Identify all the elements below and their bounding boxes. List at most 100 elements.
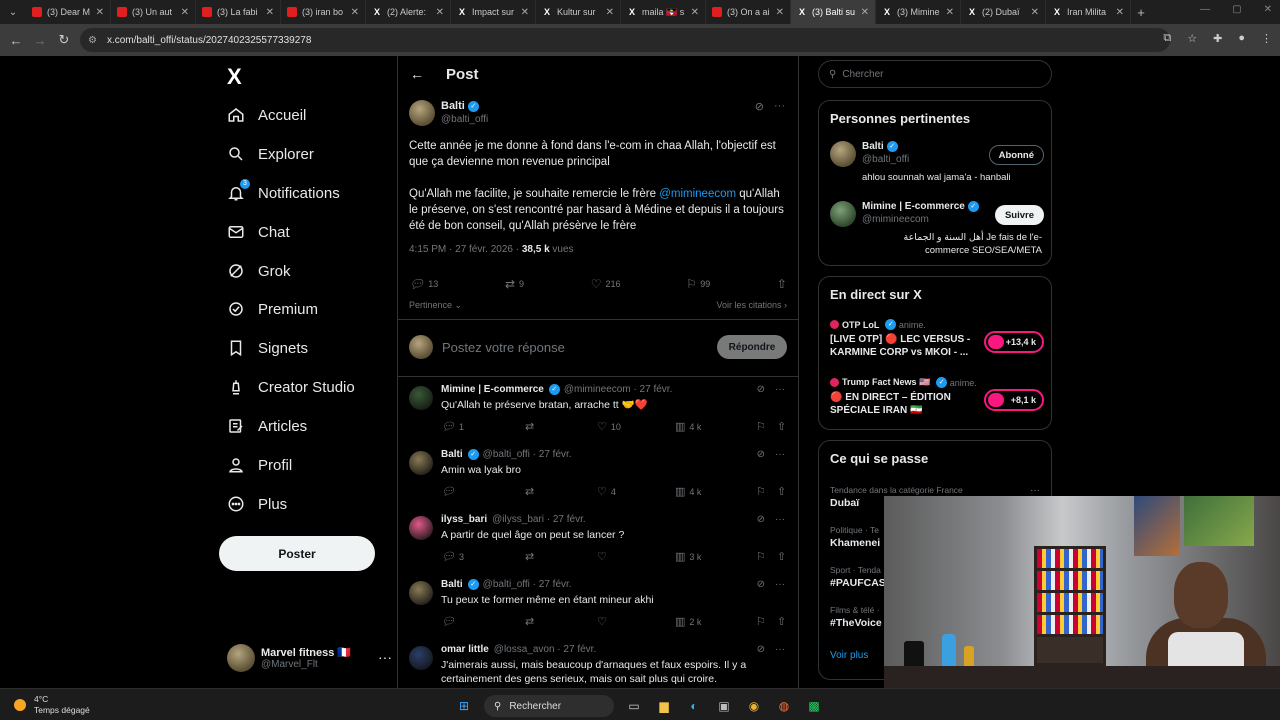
more-icon[interactable]: ··· [775, 449, 785, 460]
minimize-icon[interactable]: — [1200, 4, 1210, 15]
back-icon[interactable]: ← [4, 33, 28, 48]
repost-button[interactable]: ⇄ [525, 485, 597, 498]
close-tab-icon[interactable]: ✕ [606, 7, 614, 18]
share-button[interactable]: ⇧ [777, 277, 787, 291]
nav-item-explorer[interactable]: Explorer [227, 139, 314, 169]
app-icon[interactable]: ▩ [804, 696, 824, 716]
avatar[interactable] [409, 646, 433, 670]
bookmark-button[interactable]: ⚐ [757, 550, 777, 563]
avatar[interactable] [409, 516, 433, 540]
close-tab-icon[interactable]: ✕ [691, 7, 699, 18]
back-arrow-icon[interactable]: ← [410, 66, 424, 82]
views-button[interactable]: ▥ 2 k [675, 615, 757, 628]
reply-item[interactable]: omar little @lossa_avon · 27 févr. ⊘ ··· J… [409, 644, 787, 688]
grok-icon[interactable]: ⊘ [757, 449, 765, 460]
browser-tab[interactable]: X Kultur sur ✕ [536, 0, 621, 24]
repost-button[interactable]: ⇄ [525, 550, 597, 563]
extensions-icon[interactable]: ✚ [1213, 32, 1222, 45]
bookmark-button[interactable]: ⚐ 99 [687, 277, 710, 291]
nav-item-grok[interactable]: Grok [227, 256, 291, 286]
more-icon[interactable]: ··· [1030, 485, 1040, 496]
bookmark-button[interactable]: ⚐ [757, 615, 777, 628]
mention-link[interactable]: @mimineecom [659, 188, 736, 200]
browser-tab[interactable]: X (3) Mimine ✕ [876, 0, 961, 24]
grok-icon[interactable]: ⊘ [757, 514, 765, 525]
close-tab-icon[interactable]: ✕ [96, 7, 104, 18]
browser-tab[interactable]: (3) Dear M ✕ [26, 0, 111, 24]
views-button[interactable]: ▥ 4 k [675, 485, 757, 498]
views-button[interactable]: ▥ 4 k [675, 420, 757, 433]
close-tab-icon[interactable]: ✕ [436, 7, 444, 18]
live-item[interactable]: Trump Fact News 🇺🇸 ✓ anime. 🔴 EN DIRECT –… [830, 377, 1044, 417]
close-window-icon[interactable]: ✕ [1264, 4, 1272, 15]
browser-tab[interactable]: X (3) Balti su ✕ [791, 0, 876, 24]
file-explorer-icon[interactable]: ▆ [654, 696, 674, 716]
avatar[interactable] [409, 386, 433, 410]
share-button[interactable]: ⇧ [777, 485, 786, 498]
close-tab-icon[interactable]: ✕ [1116, 7, 1124, 18]
menu-icon[interactable]: ⋮ [1261, 32, 1272, 45]
follow-button[interactable]: Suivre [994, 205, 1044, 225]
weather-widget[interactable]: 4°C Temps dégagé [14, 694, 90, 716]
author-handle[interactable]: @balti_offi [441, 114, 488, 125]
avatar[interactable] [409, 100, 435, 126]
reply-button[interactable]: 💬︎ 3 [441, 550, 525, 563]
reply-button[interactable]: 💬︎ 13 [409, 277, 438, 291]
x-logo[interactable]: X [227, 64, 242, 90]
reply-item[interactable]: Balti ✓ @balti_offi · 27 févr. ⊘ ··· Tu peu… [409, 579, 787, 639]
browser-tab[interactable]: (3) iran bo ✕ [281, 0, 366, 24]
start-icon[interactable]: ⊞ [454, 696, 474, 716]
browser-tab[interactable]: X (2) Alerte: ✕ [366, 0, 451, 24]
close-tab-icon[interactable]: ✕ [1031, 7, 1039, 18]
live-item[interactable]: OTP LoL ✓ anime. [LIVE OTP] 🔴 LEC VERSUS … [830, 319, 1044, 359]
reply-item[interactable]: Mimine | E-commerce ✓ @mimineecom · 27 fév… [409, 384, 787, 444]
author-name[interactable]: Balti ✓ [441, 100, 479, 112]
more-icon[interactable]: ··· [774, 100, 785, 113]
browser-tab[interactable]: (3) On a ai ✕ [706, 0, 791, 24]
nav-item-profil[interactable]: Profil [227, 450, 292, 480]
nav-item-accueil[interactable]: Accueil [227, 100, 306, 130]
more-icon[interactable]: ··· [775, 514, 785, 525]
task-view-icon[interactable]: ▭ [624, 696, 644, 716]
reply-submit-button[interactable]: Répondre [717, 335, 787, 359]
like-button[interactable]: ♡ [597, 615, 675, 628]
like-button[interactable]: ♡ 216 [591, 277, 621, 291]
star-icon[interactable]: ☆ [1187, 32, 1197, 45]
nav-item-articles[interactable]: Articles [227, 411, 307, 441]
browser-tab[interactable]: X Iran Milita ✕ [1046, 0, 1131, 24]
more-icon[interactable]: ··· [775, 579, 785, 590]
views-button[interactable]: ▥ 3 k [675, 550, 757, 563]
reply-item[interactable]: ilyss_bari @ilyss_bari · 27 févr. ⊘ ··· A … [409, 514, 787, 574]
browser-tab[interactable]: (3) Un aut ✕ [111, 0, 196, 24]
post-button[interactable]: Poster [219, 536, 375, 571]
close-tab-icon[interactable]: ✕ [776, 7, 784, 18]
like-button[interactable]: ♡ [597, 550, 675, 563]
close-tab-icon[interactable]: ✕ [521, 7, 529, 18]
bookmark-button[interactable]: ⚐ [757, 485, 777, 498]
store-icon[interactable]: ▣ [714, 696, 734, 716]
reply-author[interactable]: ilyss_bari [441, 514, 487, 525]
reply-author[interactable]: Mimine | E-commerce [441, 384, 544, 395]
address-bar[interactable]: ⚙ x.com/balti_offi/status/20274023255773… [80, 28, 1170, 52]
avatar[interactable] [409, 451, 433, 475]
edge-icon[interactable]: ◐ [684, 696, 704, 716]
grok-icon[interactable]: ⊘ [757, 579, 765, 590]
nav-item-premium[interactable]: Premium [227, 294, 318, 324]
grok-icon[interactable]: ⊘ [757, 644, 765, 655]
see-more-link[interactable]: Voir plus [830, 650, 868, 661]
new-tab-button[interactable]: + [1131, 5, 1151, 20]
close-tab-icon[interactable]: ✕ [181, 7, 189, 18]
view-quotes-link[interactable]: Voir les citations › [716, 300, 787, 311]
avatar[interactable] [409, 581, 433, 605]
reply-button[interactable]: 💬︎ [441, 615, 525, 628]
site-info-icon[interactable]: ⚙ [88, 35, 97, 46]
reply-author[interactable]: Balti [441, 579, 463, 590]
reply-author[interactable]: Balti [441, 449, 463, 460]
share-button[interactable]: ⇧ [777, 615, 786, 628]
forward-icon[interactable]: → [28, 33, 52, 48]
close-tab-icon[interactable]: ✕ [946, 7, 954, 18]
bookmark-button[interactable]: ⚐ [757, 420, 777, 433]
firefox-icon[interactable]: ◍ [774, 696, 794, 716]
following-button[interactable]: Abonné [988, 145, 1044, 165]
repost-button[interactable]: ⇄ 9 [505, 277, 524, 291]
